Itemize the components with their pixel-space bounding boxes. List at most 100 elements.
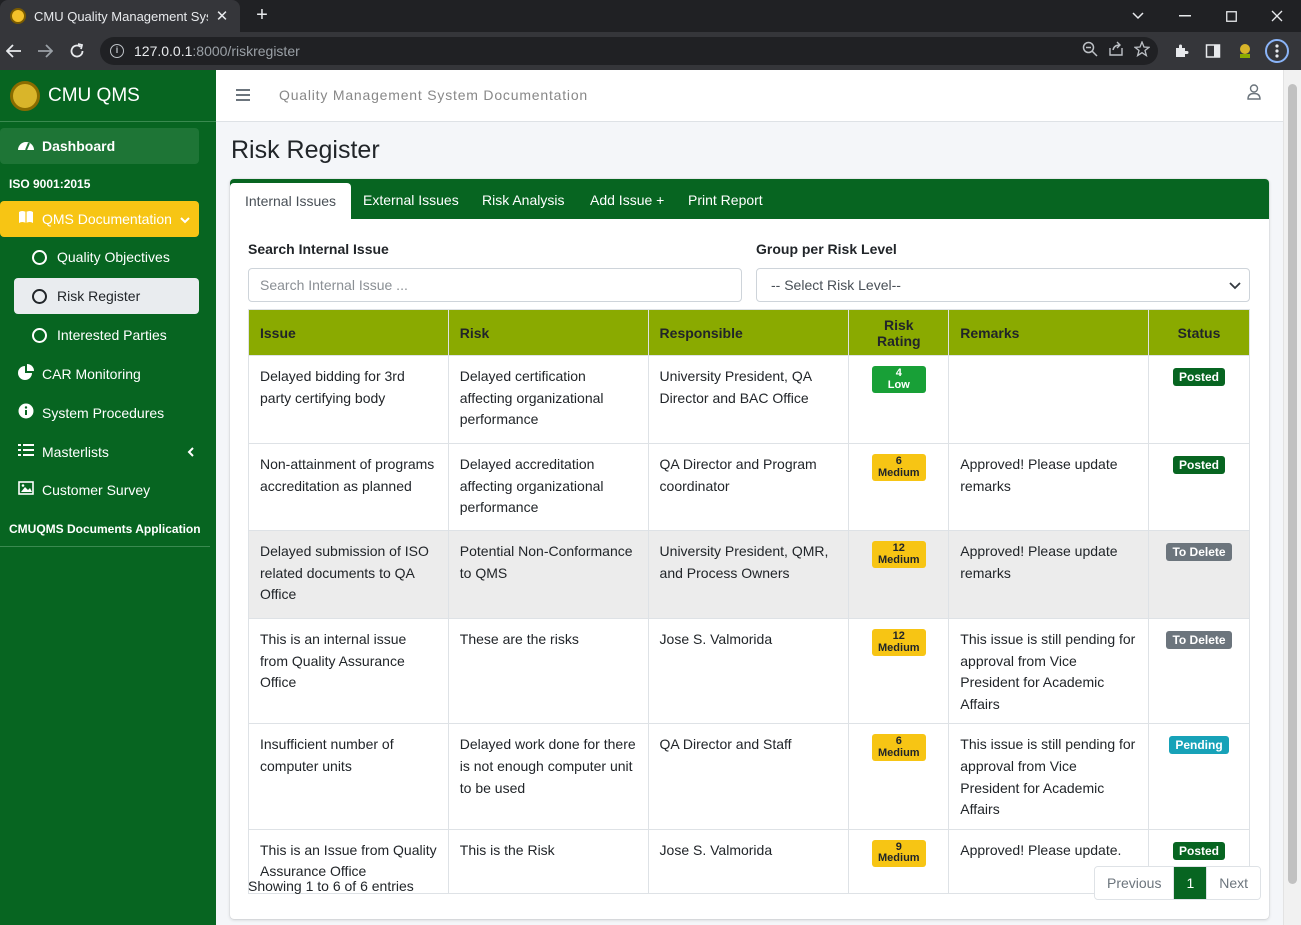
cell-risk: Delayed certification affecting organiza…	[447, 355, 649, 444]
page-scrollbar[interactable]	[1283, 70, 1301, 925]
table-row[interactable]: Delayed submission of ISO related docume…	[248, 530, 1250, 619]
side-panel-icon[interactable]	[1202, 40, 1224, 62]
image-icon	[16, 481, 36, 499]
browser-tab-title: CMU Quality Management System	[34, 8, 208, 24]
search-input[interactable]	[248, 268, 742, 302]
status-badge: Posted	[1172, 456, 1225, 474]
minimize-window-icon[interactable]	[1162, 0, 1208, 32]
card-tabs: Internal Issues External Issues Risk Ana…	[230, 179, 1269, 219]
hamburger-menu-icon[interactable]	[236, 85, 250, 106]
close-window-icon[interactable]	[1254, 0, 1300, 32]
sidebar-item-customer-survey[interactable]: Customer Survey	[0, 472, 216, 508]
browser-address-bar: i 127.0.0.1:8000/riskregister	[0, 32, 1301, 70]
status-badge: Pending	[1169, 736, 1229, 755]
maximize-window-icon[interactable]	[1208, 0, 1254, 32]
tab-risk-analysis[interactable]: Risk Analysis	[482, 179, 564, 219]
brand-link[interactable]: CMU QMS	[0, 70, 216, 122]
cell-issue: Insufficient number of computer units	[248, 723, 449, 830]
group-risk-level-label: Group per Risk Level	[756, 241, 897, 257]
bookmark-star-icon[interactable]	[1133, 40, 1151, 61]
sidebar-item-masterlists[interactable]: Masterlists	[0, 434, 216, 470]
rating-level: Medium	[878, 746, 920, 759]
rating-level: Medium	[878, 466, 920, 479]
brand-name: CMU QMS	[48, 84, 140, 106]
table-row[interactable]: This is an internal issue from Quality A…	[248, 617, 1250, 725]
cell-status: Posted	[1148, 355, 1250, 444]
cell-risk-rating: 6 Medium	[848, 723, 950, 830]
cell-issue: Delayed bidding for 3rd party certifying…	[248, 355, 449, 444]
table-row[interactable]: Insufficient number of computer units De…	[248, 723, 1250, 830]
cmu-logo-icon	[10, 80, 40, 111]
rating-number: 12	[892, 630, 905, 642]
cell-issue: This is an internal issue from Quality A…	[248, 617, 449, 725]
sidebar-item-risk-register[interactable]: Risk Register	[14, 278, 199, 314]
cell-status: Pending	[1148, 723, 1250, 830]
url-bar[interactable]: i 127.0.0.1:8000/riskregister	[100, 37, 1158, 65]
column-header-responsible[interactable]: Responsible	[647, 309, 850, 356]
cell-risk: These are the risks	[447, 617, 649, 725]
sidebar-item-dashboard[interactable]: Dashboard	[0, 128, 199, 164]
status-badge: To Delete	[1166, 631, 1232, 649]
sidebar-item-interested-parties[interactable]: Interested Parties	[0, 317, 216, 353]
cell-remarks: Approved! Please update remarks	[948, 443, 1149, 531]
sidebar: CMU QMS Dashboard ISO 9001:2015 QMS Docu…	[0, 70, 216, 925]
tab-add-issue[interactable]: Add Issue +	[590, 179, 664, 219]
pagination: Previous 1 Next	[1094, 866, 1262, 900]
column-header-remarks[interactable]: Remarks	[948, 309, 1149, 356]
tab-print-report[interactable]: Print Report	[688, 179, 763, 219]
sidebar-item-qms-documentation[interactable]: QMS Documentation	[0, 201, 199, 237]
table-row[interactable]: Non-attainment of programs accreditation…	[248, 443, 1250, 531]
column-header-risk[interactable]: Risk	[447, 309, 649, 356]
profile-extension-icon[interactable]	[1234, 40, 1256, 62]
scrollbar-thumb[interactable]	[1288, 84, 1297, 884]
risk-level-select[interactable]: -- Select Risk Level--	[756, 268, 1250, 302]
url-host: 127.0.0.1	[134, 43, 193, 59]
reload-icon[interactable]	[64, 38, 90, 64]
sidebar-item-label: Customer Survey	[42, 482, 151, 498]
table-row[interactable]: Delayed bidding for 3rd party certifying…	[248, 355, 1250, 444]
cell-risk: Delayed work done for there is not enoug…	[447, 723, 649, 830]
site-favicon-icon	[10, 8, 26, 24]
risk-rating-badge: 12 Medium	[871, 541, 926, 568]
cell-risk: Potential Non-Conformance to QMS	[447, 530, 649, 619]
column-header-risk-rating[interactable]: Risk Rating	[848, 309, 950, 356]
chevron-left-icon	[187, 445, 194, 460]
cell-remarks	[948, 355, 1149, 444]
column-header-issue[interactable]: Issue	[248, 309, 449, 356]
share-icon[interactable]	[1108, 41, 1124, 61]
risk-table: Issue Risk Responsible Risk Rating Remar…	[248, 309, 1250, 894]
extensions-puzzle-icon[interactable]	[1170, 40, 1192, 62]
new-tab-icon[interactable]: +	[250, 4, 274, 28]
tab-internal-issues[interactable]: Internal Issues	[230, 183, 352, 219]
sidebar-item-label: System Procedures	[42, 405, 165, 421]
zoom-icon[interactable]	[1082, 41, 1098, 61]
browser-menu-icon[interactable]	[1265, 39, 1289, 63]
tachometer-icon	[16, 137, 36, 155]
pagination-next[interactable]: Next	[1207, 867, 1261, 899]
tab-search-chevron-icon[interactable]	[1115, 0, 1161, 32]
status-badge: Posted	[1172, 368, 1225, 386]
table-header-row: Issue Risk Responsible Risk Rating Remar…	[248, 309, 1250, 356]
tab-external-issues[interactable]: External Issues	[363, 179, 459, 219]
pagination-previous[interactable]: Previous	[1095, 867, 1174, 899]
sidebar-item-label: Quality Objectives	[57, 249, 170, 265]
forward-arrow-icon[interactable]	[32, 38, 58, 64]
risk-rating-badge: 6 Medium	[871, 734, 926, 762]
close-tab-icon[interactable]: ✕	[214, 7, 230, 25]
sidebar-item-car-monitoring[interactable]: CAR Monitoring	[0, 356, 216, 392]
column-header-status[interactable]: Status	[1148, 309, 1250, 356]
sidebar-item-system-procedures[interactable]: System Procedures	[0, 395, 216, 431]
table-info: Showing 1 to 6 of 6 entries	[248, 878, 414, 894]
user-icon[interactable]	[1247, 84, 1263, 104]
back-arrow-icon[interactable]	[1, 38, 27, 64]
sidebar-item-label: CAR Monitoring	[42, 366, 141, 382]
page-title: Risk Register	[231, 136, 380, 164]
site-info-icon[interactable]: i	[110, 44, 124, 58]
rating-level: Medium	[878, 641, 920, 654]
pagination-page-1[interactable]: 1	[1173, 867, 1208, 899]
sidebar-divider	[0, 546, 210, 547]
sidebar-item-quality-objectives[interactable]: Quality Objectives	[0, 239, 216, 275]
rating-level: Medium	[878, 553, 920, 566]
rating-number: 6	[895, 455, 902, 467]
browser-tab[interactable]: CMU Quality Management System ✕	[0, 0, 240, 32]
